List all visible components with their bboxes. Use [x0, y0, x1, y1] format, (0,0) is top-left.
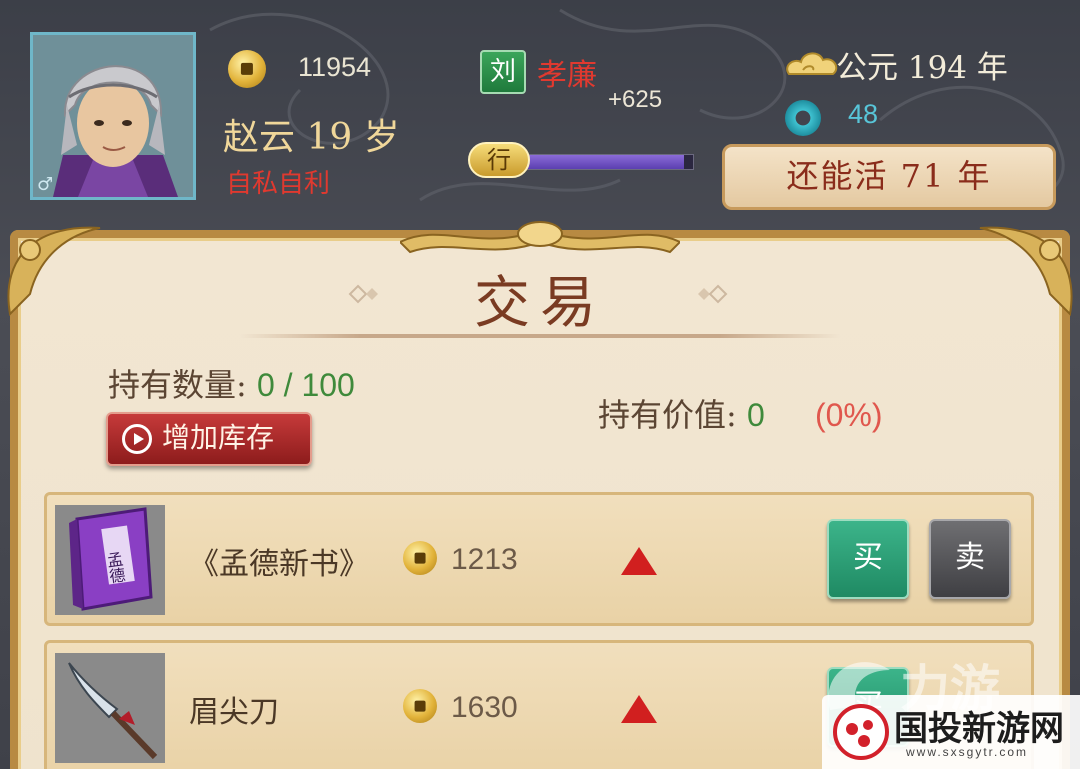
- rank-points: +625: [608, 86, 663, 113]
- action-points-bar-fill: [521, 155, 685, 169]
- hold-value-percent: (0%): [814, 397, 883, 433]
- sell-button[interactable]: 卖: [929, 519, 1011, 599]
- hold-quantity-value: 0 / 100: [256, 367, 355, 403]
- auspicious-cloud-icon: [786, 52, 838, 75]
- hold-value-amount: 0: [746, 397, 765, 433]
- male-gender-icon: ♂: [37, 174, 54, 195]
- glaive-blade-icon: [55, 653, 165, 763]
- hero-trait: 自私自利: [226, 169, 331, 199]
- hero-avatar-image: [33, 35, 193, 197]
- item-name: 眉尖刀: [189, 695, 279, 730]
- panel-top-ornament: [400, 221, 680, 254]
- hero-portrait[interactable]: ♂: [30, 32, 196, 200]
- price-up-arrow-icon: [621, 547, 657, 575]
- life-remaining-banner: 还能活 71 年: [722, 144, 1056, 210]
- watermark-url: www.sxsgytr.com: [906, 745, 1029, 759]
- rank-title: 孝廉: [537, 58, 597, 93]
- era-year: 公元 194 年: [836, 50, 1008, 86]
- watermark-logo-icon: [833, 704, 889, 760]
- hero-name-age: 赵云 19 岁: [223, 117, 400, 158]
- faction-badge: 刘: [480, 50, 526, 94]
- action-points-bar: [520, 154, 694, 170]
- title-divider: [240, 334, 840, 338]
- panel-title: 交易: [474, 271, 606, 336]
- action-points-badge: 行: [468, 142, 530, 178]
- trade-item-row: 孟德 《孟德新书》 1213 买 卖: [44, 492, 1034, 626]
- jade-disc-icon: [785, 100, 821, 136]
- gold-coin-icon: [403, 541, 437, 575]
- hold-quantity-label: 持有数量:: [108, 366, 247, 404]
- add-stock-label: 增加库存: [162, 421, 275, 454]
- play-circle-icon: [122, 424, 152, 454]
- gold-coin-icon: [403, 689, 437, 723]
- hold-quantity: 持有数量: 0 / 100: [108, 360, 355, 406]
- gold-amount: 11954: [298, 52, 372, 82]
- title-diamond-right-icon: [698, 284, 728, 304]
- watermark-name: 国投新游网: [894, 709, 1064, 749]
- price-up-arrow-icon: [621, 695, 657, 723]
- item-price: 1213: [451, 543, 518, 576]
- item-price: 1630: [451, 691, 518, 724]
- watermark-badge: 国投新游网 www.sxsgytr.com: [822, 695, 1080, 769]
- hold-value: 持有价值: 0 (0%): [598, 390, 883, 436]
- add-stock-button[interactable]: 增加库存: [106, 412, 312, 466]
- hold-value-label: 持有价值:: [598, 396, 737, 434]
- jade-count: 48: [848, 99, 879, 129]
- strategy-book-icon: 孟德: [55, 505, 165, 615]
- item-name: 《孟德新书》: [189, 547, 369, 582]
- title-diamond-left-icon: [348, 284, 378, 304]
- gold-coin-icon: [228, 50, 266, 88]
- buy-button[interactable]: 买: [827, 519, 909, 599]
